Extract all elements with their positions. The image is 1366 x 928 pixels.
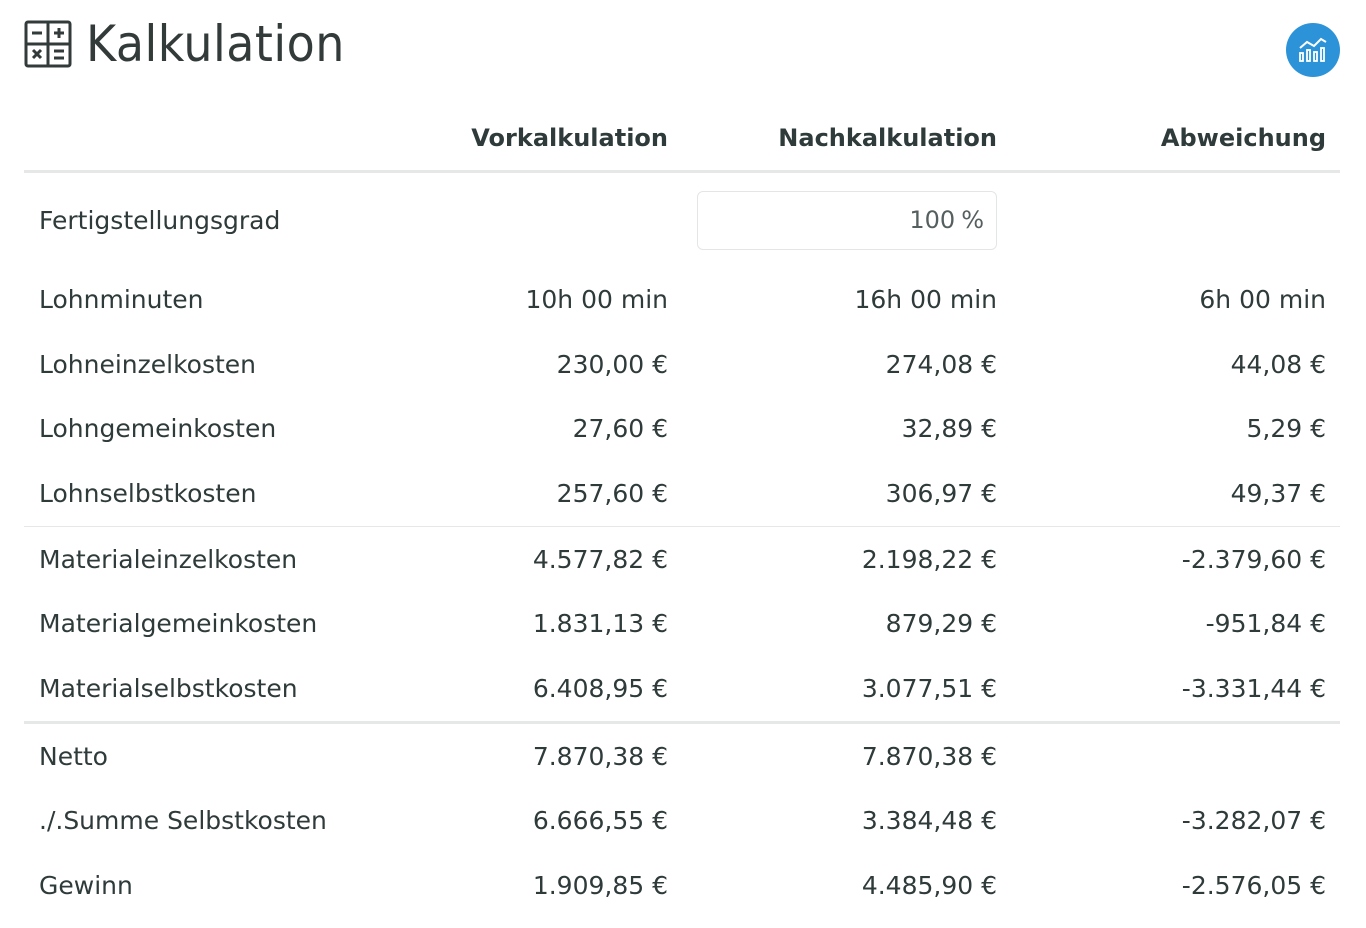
table-row: ./.Summe Selbstkosten 6.666,55 € 3.384,4… xyxy=(24,789,1340,854)
cell-vor: 6.666,55 € xyxy=(532,806,668,836)
table-row: Lohneinzelkosten 230,00 € 274,08 € 44,08… xyxy=(24,332,1340,397)
header-spacer xyxy=(1326,106,1340,173)
cell-nach: 3.077,51 € xyxy=(668,656,997,724)
table-row-fertigstellungsgrad: Fertigstellungsgrad 100 % xyxy=(24,172,1340,268)
calculation-table: Vorkalkulation Nachkalkulation Abweichun… xyxy=(24,106,1340,918)
cell-nach: 879,29 € xyxy=(885,609,997,639)
row-label: Lohneinzelkosten xyxy=(39,349,257,379)
table-row: Gewinn 1.909,85 € 4.485,90 € -2.576,05 € xyxy=(24,853,1340,918)
page-title: Kalkulation xyxy=(86,15,345,73)
percent-unit: % xyxy=(961,206,984,234)
table-row: Materialgemeinkosten 1.831,13 € 879,29 €… xyxy=(24,591,1340,656)
cell-abw: -951,84 € xyxy=(1205,609,1326,639)
cell-nach: 100 % xyxy=(668,172,997,268)
cell-abw xyxy=(997,172,1326,268)
cell-nach: 7.870,38 € xyxy=(861,741,997,771)
cell-vor: 10h 00 min xyxy=(525,284,668,314)
cell-vor: 6.408,95 € xyxy=(367,656,668,724)
cell-abw: -2.379,60 € xyxy=(1181,544,1326,574)
row-label: Materialeinzelkosten xyxy=(39,544,298,574)
chart-view-button[interactable] xyxy=(1286,23,1340,77)
calculator-icon xyxy=(24,20,72,68)
table-row: Materialeinzelkosten 4.577,82 € 2.198,22… xyxy=(24,526,1340,591)
cell-abw: 6h 00 min xyxy=(1199,284,1326,314)
cell-abw: 49,37 € xyxy=(997,461,1326,527)
cell-abw: -3.282,07 € xyxy=(1181,806,1326,836)
row-label: Lohngemeinkosten xyxy=(39,414,277,444)
cell-vor: 1.909,85 € xyxy=(532,871,668,901)
cell-nach: 274,08 € xyxy=(885,349,997,379)
cell-abw: 44,08 € xyxy=(1230,349,1326,379)
cell-nach: 3.384,48 € xyxy=(861,806,997,836)
page-header: Kalkulation xyxy=(24,14,367,74)
cell-nach: 16h 00 min xyxy=(854,284,997,314)
row-label: ./.Summe Selbstkosten xyxy=(39,806,327,836)
cell-vor: 4.577,82 € xyxy=(532,544,668,574)
completion-percent-value: 100 xyxy=(909,206,956,234)
row-label: Lohnminuten xyxy=(39,284,204,314)
header-vorkalkulation: Vorkalkulation xyxy=(367,106,668,173)
cell-vor: 1.831,13 € xyxy=(532,609,668,639)
table-row: Netto 7.870,38 € 7.870,38 € xyxy=(24,722,1340,788)
row-label: Materialselbstkosten xyxy=(24,656,367,724)
cell-vor: 257,60 € xyxy=(367,461,668,527)
row-label: Fertigstellungsgrad xyxy=(39,205,281,235)
cell-abw: -3.331,44 € xyxy=(997,656,1326,724)
cell-abw xyxy=(997,722,1326,788)
table-row: Lohnselbstkosten 257,60 € 306,97 € 49,37… xyxy=(24,461,1340,527)
table-row: Lohnminuten 10h 00 min 16h 00 min 6h 00 … xyxy=(24,267,1340,332)
completion-percent-input[interactable]: 100 % xyxy=(697,190,997,250)
cell-nach: 4.485,90 € xyxy=(861,871,997,901)
row-label: Netto xyxy=(39,741,108,771)
cell-nach: 32,89 € xyxy=(901,414,997,444)
row-label: Lohnselbstkosten xyxy=(24,461,367,527)
bar-line-chart-icon xyxy=(1299,37,1327,62)
cell-nach: 2.198,22 € xyxy=(861,544,997,574)
table-header-row: Vorkalkulation Nachkalkulation Abweichun… xyxy=(24,106,1340,173)
table-row: Lohngemeinkosten 27,60 € 32,89 € 5,29 € xyxy=(24,396,1340,461)
cell-abw: -2.576,05 € xyxy=(1181,871,1326,901)
table-row: Materialselbstkosten 6.408,95 € 3.077,51… xyxy=(24,656,1340,724)
row-label: Materialgemeinkosten xyxy=(39,609,318,639)
cell-vor: 230,00 € xyxy=(556,349,668,379)
header-abweichung: Abweichung xyxy=(997,106,1326,173)
row-label: Gewinn xyxy=(39,871,133,901)
cell-nach: 306,97 € xyxy=(668,461,997,527)
cell-vor: 7.870,38 € xyxy=(532,741,668,771)
cell-vor: 27,60 € xyxy=(572,414,668,444)
cell-vor xyxy=(367,172,668,268)
cell-abw: 5,29 € xyxy=(1246,414,1326,444)
header-nachkalkulation: Nachkalkulation xyxy=(668,106,997,173)
header-label-column xyxy=(24,106,367,173)
